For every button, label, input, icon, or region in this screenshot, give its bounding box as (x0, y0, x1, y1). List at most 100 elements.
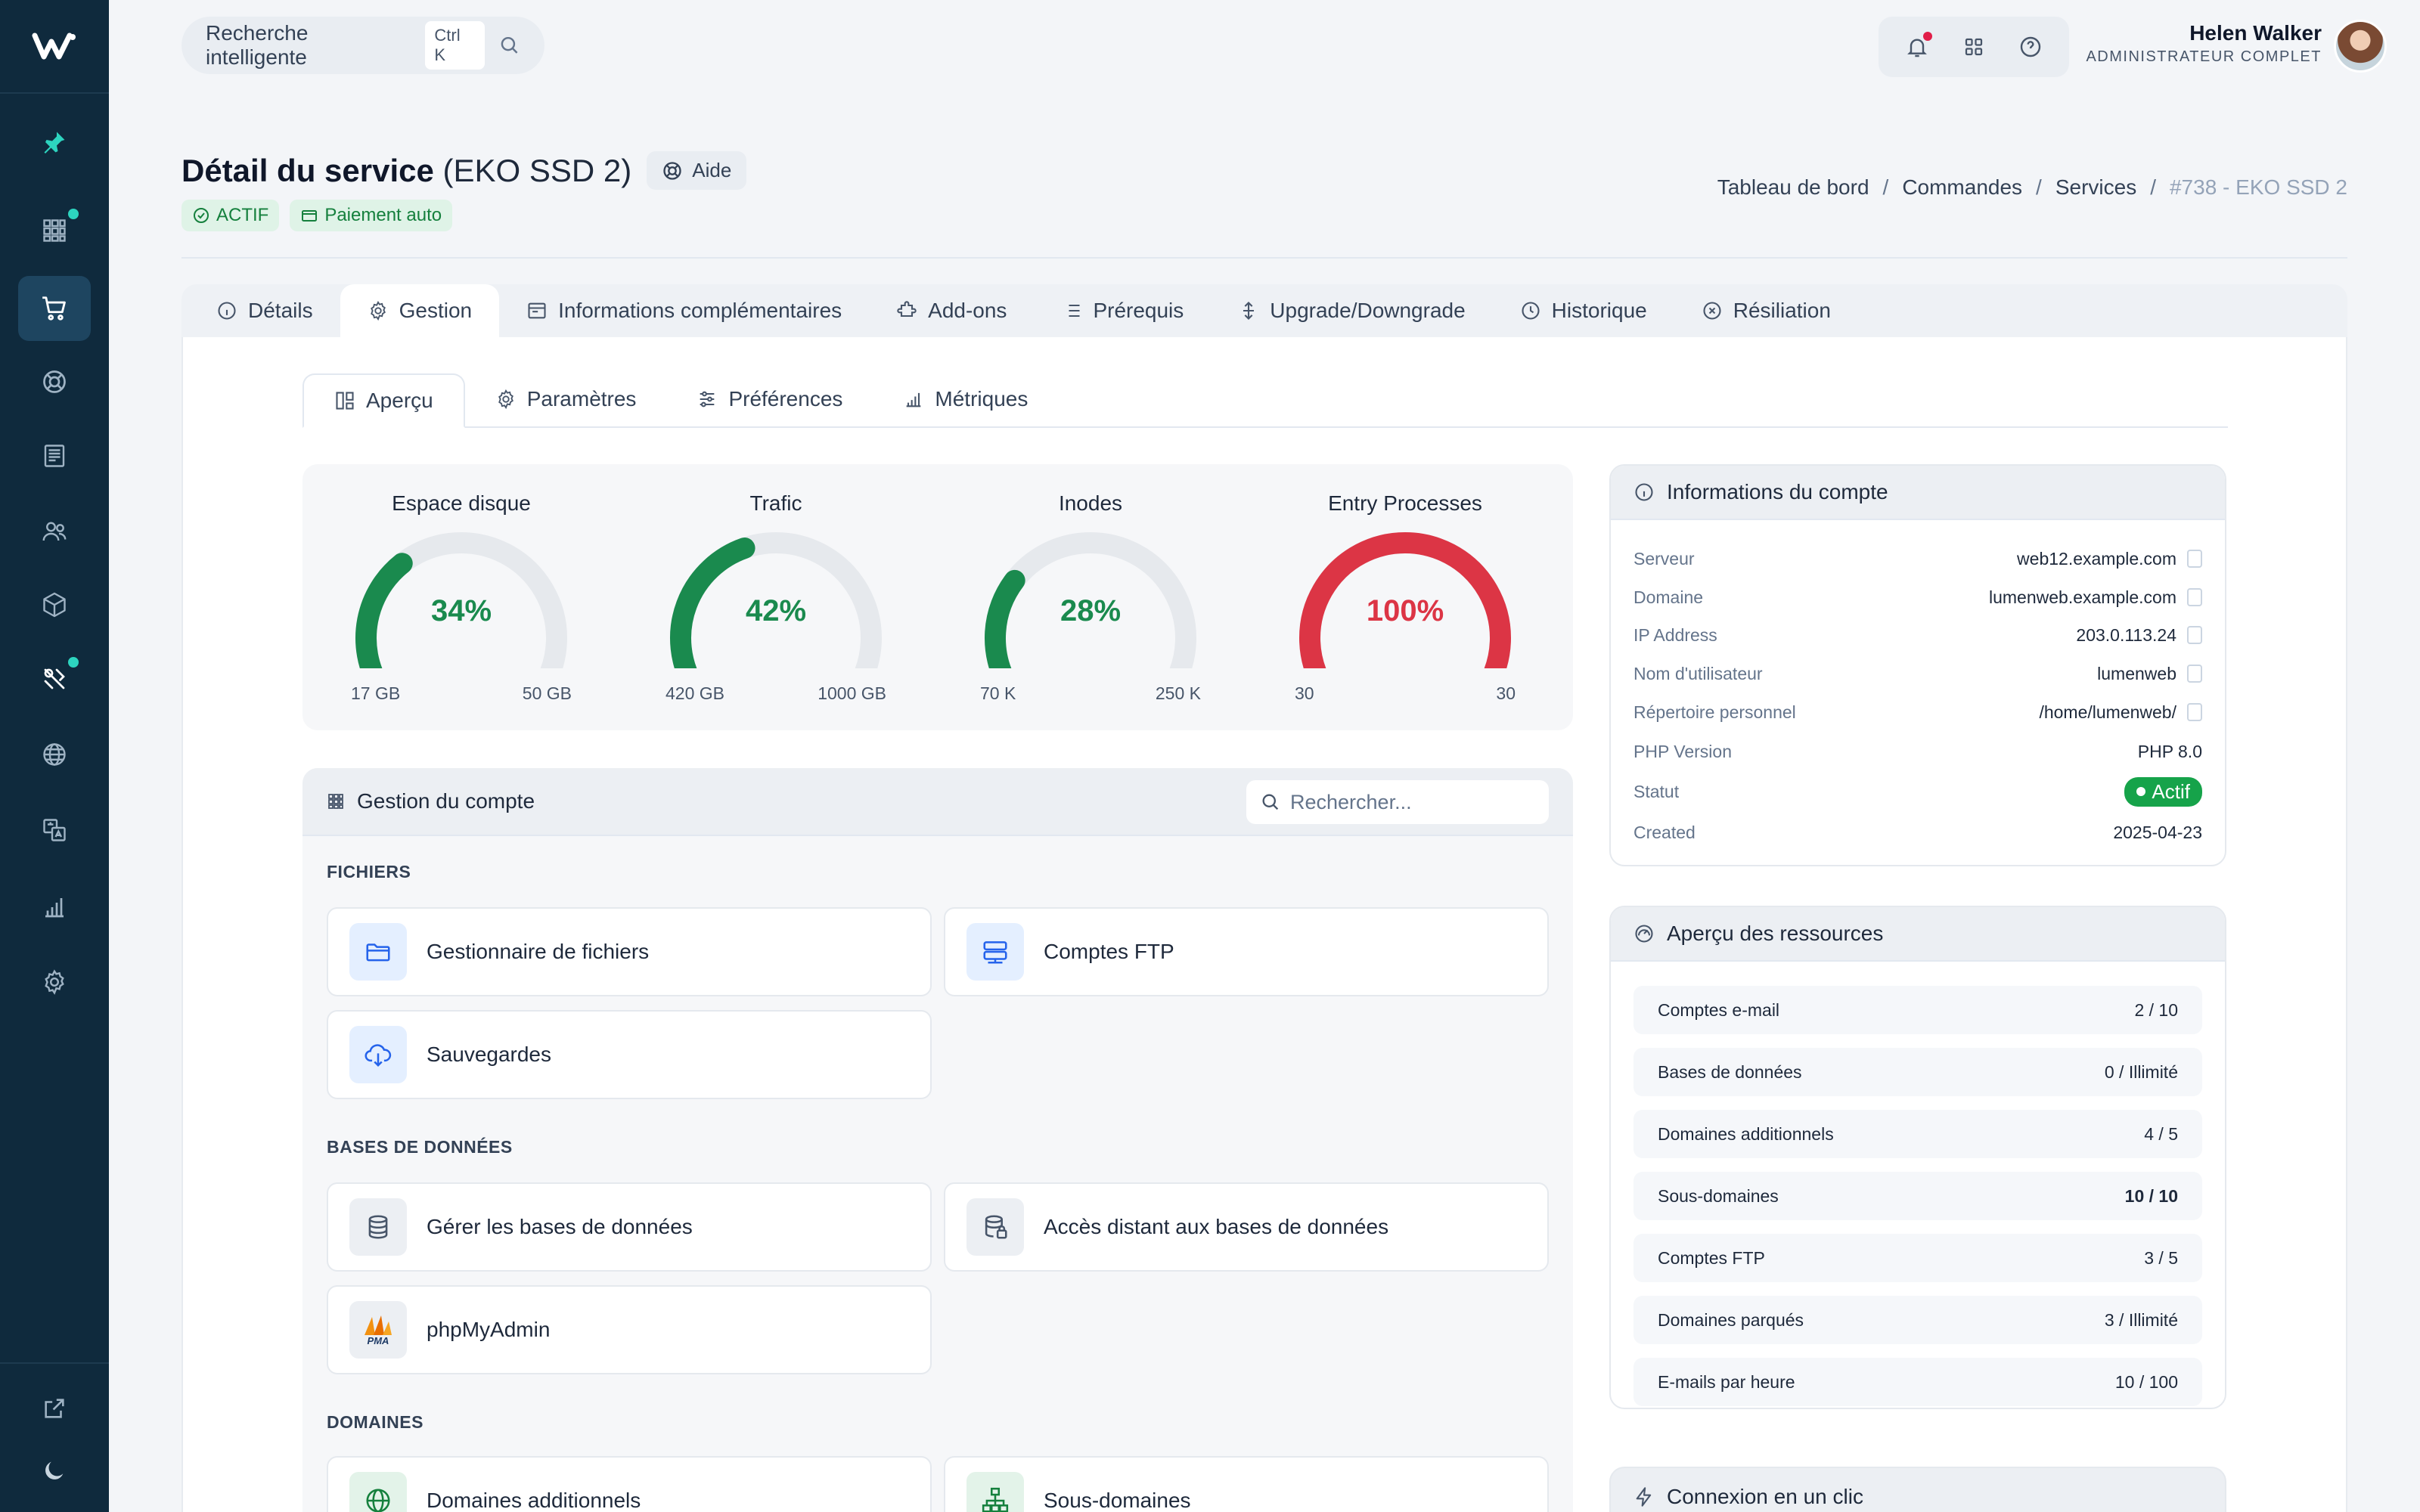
sidebar-item-translations[interactable] (18, 798, 91, 863)
logo[interactable] (0, 0, 109, 94)
breadcrumb-services[interactable]: Services (2055, 175, 2136, 200)
avatar[interactable] (2334, 20, 2387, 73)
pin-icon (44, 132, 65, 153)
tile-icon-box (349, 923, 407, 981)
tile-icon-box (966, 1472, 1024, 1512)
help-link-button[interactable]: Aide (647, 151, 747, 190)
info-label: Created (1634, 822, 1696, 842)
info-value: lumenweb.example.com (1988, 587, 2176, 607)
tab-additional-info[interactable]: Informations complémentaires (499, 284, 869, 337)
sidebar-item-apps[interactable] (18, 198, 91, 263)
gauge-icon (1635, 925, 1653, 943)
tab-addons[interactable]: Add-ons (869, 284, 1034, 337)
tile-icon-box (349, 1198, 407, 1256)
info-label: Répertoire personnel (1634, 702, 1796, 722)
tool-file-manager[interactable]: Gestionnaire de fichiers (327, 907, 932, 996)
tool-ftp-accounts[interactable]: Comptes FTP (944, 907, 1549, 996)
lifebuoy-icon (43, 370, 66, 393)
sidebar-item-products[interactable] (18, 572, 91, 637)
check-circle-icon (194, 208, 209, 223)
tile-icon-box (966, 923, 1024, 981)
tab-details[interactable]: Détails (189, 284, 340, 337)
bar-chart-icon (45, 898, 64, 918)
copy-icon[interactable] (2187, 703, 2202, 721)
apps-button[interactable] (1950, 23, 1998, 71)
document-icon (44, 445, 65, 467)
panel-header: Aperçu des ressources (1611, 907, 2225, 962)
subtab-metrics[interactable]: Métriques (873, 372, 1058, 426)
sidebar-item-invoices[interactable] (18, 423, 91, 488)
resource-value: 10 / 100 (2114, 1371, 2178, 1392)
subtab-label: Métriques (935, 387, 1028, 411)
resource-value: 4 / 5 (2144, 1123, 2178, 1144)
subtab-parameters[interactable]: Paramètres (465, 372, 667, 426)
copy-icon[interactable] (2187, 550, 2202, 568)
info-row-home-dir: Répertoire personnel /home/lumenweb/ (1634, 693, 2202, 731)
tool-phpmyadmin[interactable]: PMA phpMyAdmin (327, 1285, 932, 1374)
sidebar-item-external[interactable] (18, 1376, 91, 1441)
sidebar-item-settings[interactable] (18, 950, 91, 1015)
tab-cancellation[interactable]: Résiliation (1674, 284, 1858, 337)
gauge-title: Entry Processes (1328, 491, 1482, 515)
info-value: web12.example.com (2017, 548, 2176, 569)
resource-row-addon-domains: Domaines additionnels 4 / 5 (1634, 1110, 2202, 1158)
tool-backups[interactable]: Sauvegardes (327, 1010, 932, 1099)
gear-icon (498, 389, 513, 410)
notification-dot (68, 209, 79, 219)
tab-prerequisites[interactable]: Prérequis (1034, 284, 1211, 337)
apps-grid-icon (1965, 38, 1983, 56)
resource-row-parked-domains: Domaines parqués 3 / Illimité (1634, 1296, 2202, 1344)
resources-panel: Aperçu des ressources Comptes e-mail 2 /… (1609, 906, 2226, 1409)
sidebar-item-clients[interactable] (18, 499, 91, 564)
info-label: Domaine (1634, 587, 1704, 607)
copy-icon[interactable] (2187, 588, 2202, 606)
sidebar-item-orders[interactable] (18, 276, 91, 341)
pma-logo-text: PMA (368, 1335, 389, 1346)
user-menu[interactable]: Helen Walker ADMINISTRATEUR COMPLET (2072, 21, 2322, 66)
sidebar-item-support[interactable] (18, 349, 91, 414)
panel-title: Gestion du compte (357, 789, 535, 813)
breadcrumb-orders[interactable]: Commandes (1902, 175, 2022, 200)
subtab-preferences[interactable]: Préférences (666, 372, 873, 426)
sidebar-item-pinned[interactable] (18, 110, 91, 175)
tool-addon-domains[interactable]: Domaines additionnels (327, 1456, 932, 1512)
gauge-title: Inodes (1058, 491, 1123, 515)
tool-label: Gérer les bases de données (427, 1215, 693, 1238)
tab-upgrade-downgrade[interactable]: Upgrade/Downgrade (1211, 284, 1492, 337)
autopay-badge-label: Paiement auto (324, 205, 442, 225)
account-management-panel: Gestion du compte Rechercher... FICHIERS… (302, 768, 1573, 1512)
resource-value: 2 / 10 (2134, 999, 2178, 1020)
gear-icon (370, 301, 386, 321)
help-button[interactable] (2006, 23, 2055, 71)
panel-header: Gestion du compte Rechercher... (302, 768, 1573, 836)
subtab-overview[interactable]: Aperçu (302, 373, 465, 428)
tool-manage-databases[interactable]: Gérer les bases de données (327, 1182, 932, 1272)
tools-search-input[interactable]: Rechercher... (1246, 780, 1549, 824)
tool-subdomains[interactable]: Sous-domaines (944, 1456, 1549, 1512)
tool-remote-database-access[interactable]: Accès distant aux bases de données (944, 1182, 1549, 1272)
tab-label: Informations complémentaires (558, 299, 842, 322)
notifications-button[interactable] (1893, 23, 1941, 71)
sidebar (0, 0, 109, 1512)
main-tabs: Détails Gestion Informations complémenta… (182, 284, 2347, 337)
info-label: Serveur (1634, 548, 1695, 569)
sidebar-item-domains[interactable] (18, 722, 91, 787)
database-lock-icon (985, 1215, 1007, 1239)
resource-row-subdomains: Sous-domaines 10 / 10 (1634, 1172, 2202, 1220)
tool-label: Comptes FTP (1044, 940, 1174, 963)
tab-management[interactable]: Gestion (340, 284, 500, 337)
sidebar-item-tools[interactable] (18, 646, 91, 711)
tab-history[interactable]: Historique (1493, 284, 1674, 337)
tool-label: Sauvegardes (427, 1043, 552, 1066)
subtab-label: Aperçu (366, 389, 433, 412)
gear-icon (45, 969, 64, 995)
breadcrumb-dashboard[interactable]: Tableau de bord (1717, 175, 1869, 200)
smart-search[interactable]: Recherche intelligente Ctrl K (182, 17, 544, 74)
sidebar-item-reports[interactable] (18, 875, 91, 940)
tab-label: Historique (1551, 299, 1647, 322)
info-label: IP Address (1634, 624, 1717, 645)
logo-icon (32, 33, 76, 60)
copy-icon[interactable] (2187, 626, 2202, 644)
theme-toggle[interactable] (18, 1438, 91, 1503)
copy-icon[interactable] (2187, 665, 2202, 683)
